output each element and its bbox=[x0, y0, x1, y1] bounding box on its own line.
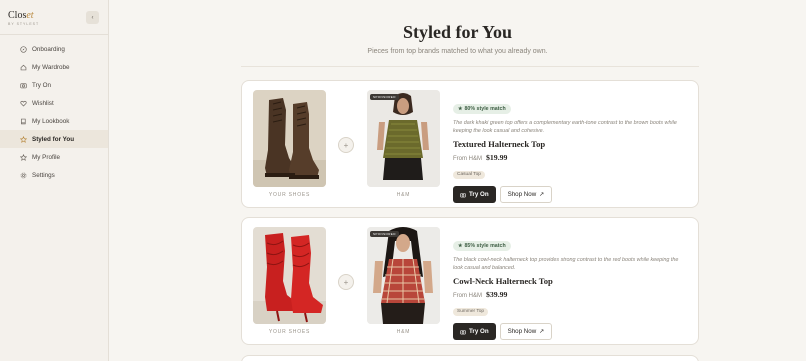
try-on-button[interactable]: Try On bbox=[453, 186, 496, 203]
sidebar-item-label: Try On bbox=[32, 81, 52, 89]
brand-tagline: BY STYLEST bbox=[8, 22, 40, 26]
price-row: From H&M $19.99 bbox=[453, 153, 688, 162]
product-image[interactable]: SPONSORED bbox=[367, 227, 440, 324]
divider bbox=[0, 34, 109, 35]
sidebar-item-label: My Profile bbox=[32, 153, 60, 161]
style-match-badge: ★ 85% style match bbox=[453, 241, 511, 251]
sponsored-badge: SPONSORED bbox=[370, 94, 399, 100]
shop-now-button[interactable]: Shop Now ↗ bbox=[499, 323, 553, 340]
main-content: Styled for You Pieces from top brands ma… bbox=[109, 0, 806, 361]
action-row: Try On Shop Now ↗ bbox=[453, 323, 688, 340]
recommendation-card: YOUR SHOES + SPONSORED H&M ★ 85% style ma… bbox=[241, 217, 699, 345]
page-subtitle: Pieces from top brands matched to what y… bbox=[367, 48, 548, 55]
sidebar-nav: Onboarding My Wardrobe Try On Wishlist M… bbox=[0, 40, 108, 184]
gear-icon bbox=[20, 172, 27, 179]
try-on-label: Try On bbox=[469, 328, 489, 335]
page-title: Styled for You bbox=[402, 22, 512, 42]
shoe-label: YOUR SHOES bbox=[268, 329, 311, 335]
sidebar-item-my-wardrobe[interactable]: My Wardrobe bbox=[0, 58, 108, 76]
brand-name-accent: et bbox=[26, 10, 34, 21]
shop-now-label: Shop Now bbox=[507, 328, 537, 335]
price-row: From H&M $39.99 bbox=[453, 290, 688, 299]
star-icon: ★ bbox=[458, 243, 463, 249]
brand-label: H&M bbox=[396, 192, 411, 198]
sidebar-item-wishlist[interactable]: Wishlist bbox=[0, 94, 108, 112]
star-outline-icon bbox=[20, 153, 27, 161]
sidebar-item-onboarding[interactable]: Onboarding bbox=[0, 40, 108, 58]
book-icon bbox=[20, 118, 27, 125]
sidebar-item-try-on[interactable]: Try On bbox=[0, 76, 108, 94]
category-tag: Summer Top bbox=[453, 307, 489, 316]
plus-icon: + bbox=[338, 137, 354, 153]
sidebar-item-label: My Wardrobe bbox=[32, 63, 70, 71]
style-match-text: 80% style match bbox=[464, 106, 506, 112]
star-icon: ★ bbox=[458, 106, 463, 112]
price-source: From H&M bbox=[453, 156, 482, 162]
product-info: ★ 80% style match The dark khaki green to… bbox=[453, 97, 688, 203]
camera-icon bbox=[20, 82, 27, 89]
external-link-icon: ↗ bbox=[539, 192, 545, 198]
price-source: From H&M bbox=[453, 293, 482, 299]
try-on-button[interactable]: Try On bbox=[453, 323, 496, 340]
heart-icon bbox=[20, 100, 27, 107]
sidebar-item-my-profile[interactable]: My Profile bbox=[0, 148, 108, 166]
divider bbox=[241, 66, 699, 67]
sidebar-item-my-lookbook[interactable]: My Lookbook bbox=[0, 112, 108, 130]
collapse-sidebar-button[interactable]: ‹ bbox=[86, 11, 99, 24]
shop-now-label: Shop Now bbox=[507, 191, 537, 198]
brand-logo[interactable]: Closet BY STYLEST bbox=[8, 10, 39, 26]
product-name[interactable]: Cowl-Neck Halterneck Top bbox=[453, 276, 688, 286]
style-match-text: 85% style match bbox=[464, 243, 506, 249]
shop-now-button[interactable]: Shop Now ↗ bbox=[499, 186, 553, 203]
shoe-image[interactable] bbox=[253, 227, 326, 324]
camera-icon bbox=[460, 329, 466, 334]
style-match-badge: ★ 80% style match bbox=[453, 104, 511, 114]
product-price: $19.99 bbox=[486, 153, 508, 162]
try-on-label: Try On bbox=[469, 191, 489, 198]
sidebar-item-styled-for-you[interactable]: Styled for You bbox=[0, 130, 108, 148]
product-info: ★ 85% style match The black cowl-neck hal… bbox=[453, 234, 688, 340]
sidebar-item-label: Wishlist bbox=[32, 99, 54, 107]
shoe-image[interactable] bbox=[253, 90, 326, 187]
sponsored-badge: SPONSORED bbox=[370, 231, 399, 237]
recommendation-card bbox=[241, 355, 699, 361]
shoe-label: YOUR SHOES bbox=[268, 192, 311, 198]
sidebar-item-label: Settings bbox=[32, 171, 55, 179]
plus-icon: + bbox=[338, 274, 354, 290]
external-link-icon: ↗ bbox=[539, 329, 545, 335]
brand-label: H&M bbox=[396, 329, 411, 335]
recommendation-card: YOUR SHOES + SPONSORED H&M ★ 80% style ma… bbox=[241, 80, 699, 208]
camera-icon bbox=[460, 192, 466, 197]
sidebar: Closet BY STYLEST ‹ Onboarding My Wardro… bbox=[0, 0, 109, 361]
category-tag: Casual Top bbox=[453, 170, 485, 179]
home-icon bbox=[20, 64, 27, 71]
product-name[interactable]: Textured Halterneck Top bbox=[453, 139, 688, 149]
compass-icon bbox=[20, 45, 27, 53]
product-description: The dark khaki green top offers a comple… bbox=[453, 120, 677, 134]
sidebar-item-label: Onboarding bbox=[32, 45, 65, 53]
product-price: $39.99 bbox=[486, 290, 508, 299]
product-image[interactable]: SPONSORED bbox=[367, 90, 440, 187]
sidebar-item-label: My Lookbook bbox=[32, 117, 70, 125]
action-row: Try On Shop Now ↗ bbox=[453, 186, 688, 203]
sidebar-item-settings[interactable]: Settings bbox=[0, 166, 108, 184]
brand-name: Clos bbox=[8, 10, 27, 21]
product-description: The black cowl-neck halterneck top provi… bbox=[453, 257, 679, 271]
star-icon bbox=[20, 135, 27, 143]
sidebar-item-label: Styled for You bbox=[32, 135, 75, 143]
